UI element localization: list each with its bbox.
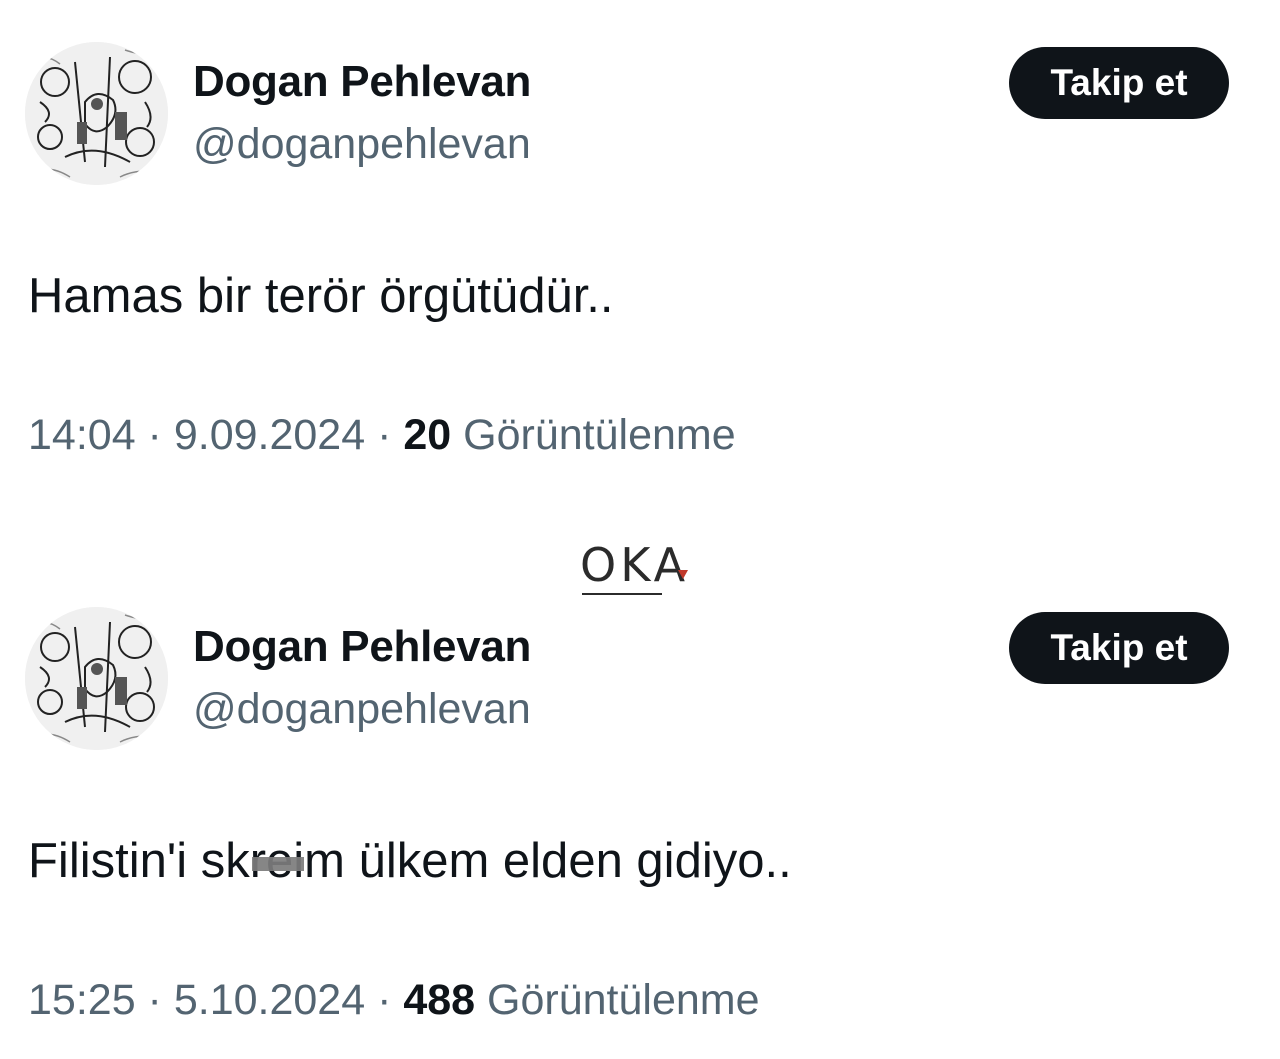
watermark-accent-icon — [678, 570, 688, 579]
views-count: 20 — [403, 411, 452, 459]
censor-bar — [251, 857, 305, 871]
tweet-text-content: Hamas bir terör örgütüdür.. — [28, 269, 614, 323]
watermark-underline — [582, 593, 662, 595]
tweet-meta: 14:04 · 9.09.2024 · 20 Görüntülenme — [28, 411, 736, 460]
follow-button[interactable]: Takip et — [1009, 612, 1229, 684]
user-handle[interactable]: @doganpehlevan — [193, 685, 531, 734]
tweet-text: Hamas bir terör örgütüdür.. — [28, 268, 614, 324]
tweet-text-part: m ülkem elden gidiyo.. — [304, 834, 792, 888]
meta-separator: · — [365, 411, 404, 459]
meta-separator: · — [365, 976, 404, 1024]
user-handle[interactable]: @doganpehlevan — [193, 120, 531, 169]
display-name[interactable]: Dogan Pehlevan — [193, 57, 531, 107]
tweet-time[interactable]: 15:25 — [28, 976, 136, 1024]
tweet-date[interactable]: 5.10.2024 — [174, 976, 365, 1024]
display-name[interactable]: Dogan Pehlevan — [193, 622, 531, 672]
avatar-illustration-icon — [25, 607, 168, 750]
views-count: 488 — [403, 976, 476, 1024]
tweet-meta: 15:25 · 5.10.2024 · 488 Görüntülenme — [28, 976, 760, 1025]
tweet-text: Filistin'i skreim ülkem elden gidiyo.. — [28, 833, 792, 889]
watermark-logo: OKA — [580, 538, 690, 595]
views-label: Görüntülenme — [487, 976, 760, 1024]
avatar[interactable] — [25, 607, 168, 750]
avatar-illustration-icon — [25, 42, 168, 185]
avatar[interactable] — [25, 42, 168, 185]
watermark-text: OKA — [580, 538, 690, 592]
censored-word: rei — [250, 833, 305, 889]
follow-button[interactable]: Takip et — [1009, 47, 1229, 119]
meta-separator: · — [135, 411, 174, 459]
tweet-text-part: Filistin'i sk — [28, 834, 250, 888]
tweet-time[interactable]: 14:04 — [28, 411, 136, 459]
tweet-date[interactable]: 9.09.2024 — [174, 411, 365, 459]
meta-separator: · — [135, 976, 174, 1024]
views-label: Görüntülenme — [463, 411, 736, 459]
